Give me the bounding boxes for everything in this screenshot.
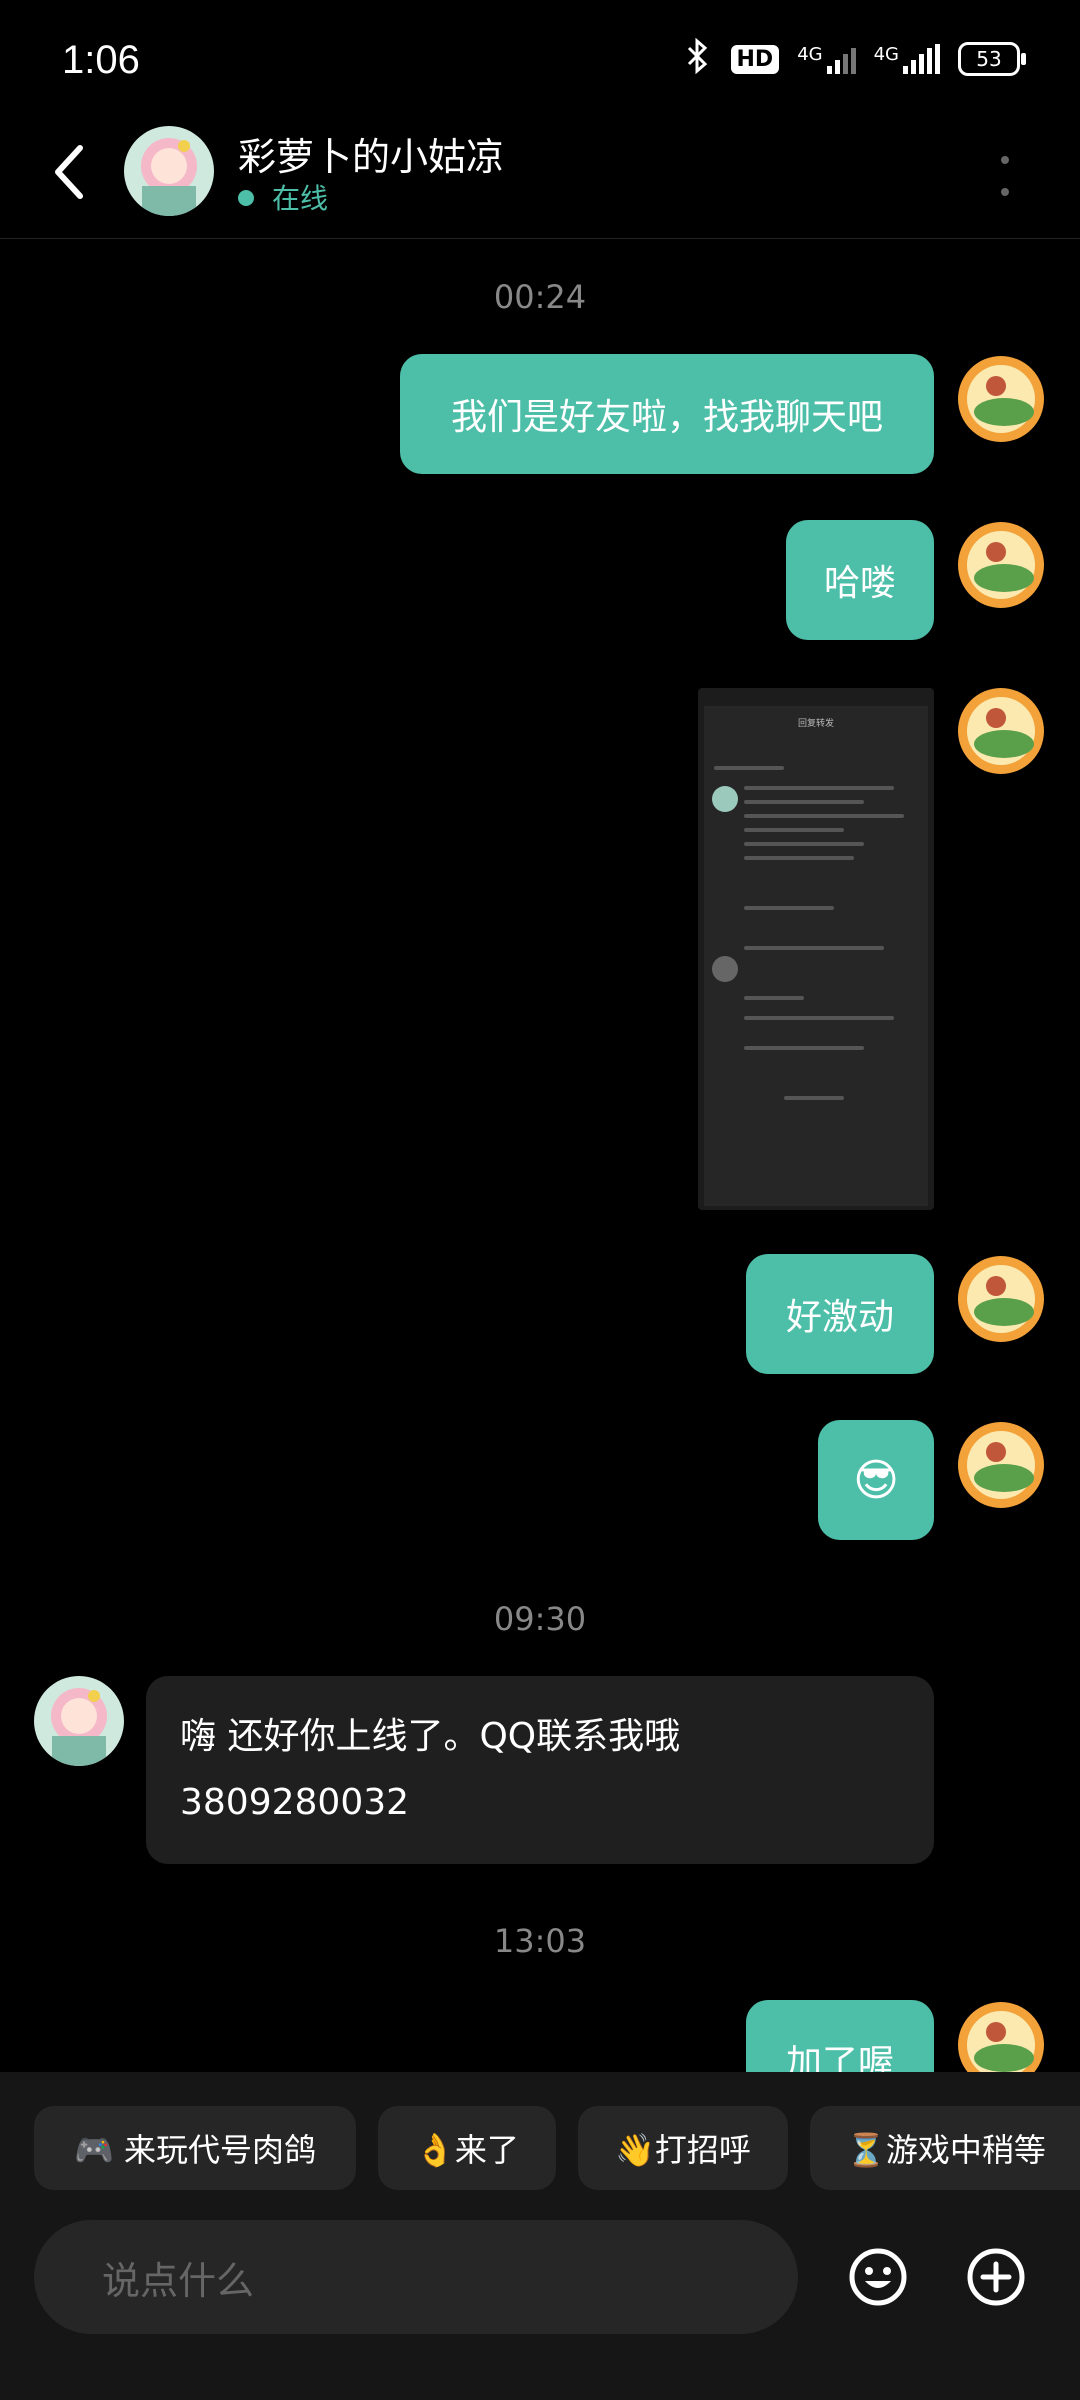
signal-icon: 4G (797, 44, 856, 74)
message-bubble-out[interactable]: 哈喽 (786, 520, 934, 640)
status-icons: HD 4G 4G 53 (683, 37, 1026, 80)
hd-badge: HD (730, 44, 780, 74)
battery-icon: 53 (958, 42, 1026, 76)
emoji-message[interactable]: 😎 (818, 1420, 934, 1540)
online-status-text: 在线 (272, 182, 329, 215)
message-input-placeholder: 说点什么 (102, 2258, 255, 2303)
contact-name: 彩萝卜的小姑凉 (238, 135, 505, 179)
emoji-icon[interactable] (848, 2247, 908, 2307)
plus-icon[interactable] (966, 2247, 1026, 2307)
message-input[interactable]: 说点什么 (34, 2220, 798, 2334)
my-avatar[interactable] (958, 522, 1044, 608)
bluetooth-icon (683, 37, 713, 80)
timestamp: 09:30 (493, 1600, 587, 1638)
contact-avatar[interactable] (34, 1676, 124, 1766)
contact-avatar[interactable] (124, 126, 214, 216)
signal-icon-2: 4G (874, 44, 940, 74)
my-avatar[interactable] (958, 1422, 1044, 1508)
status-time: 1:06 (62, 38, 140, 82)
message-bubble-out[interactable]: 好激动 (746, 1254, 934, 1374)
quick-reply-chip[interactable]: ⏳游戏中稍等 (810, 2106, 1080, 2190)
timestamp: 13:03 (493, 1922, 587, 1960)
back-arrow-icon[interactable] (50, 142, 90, 202)
my-avatar[interactable] (958, 688, 1044, 774)
message-text-line: 3809280032 (180, 1782, 410, 1823)
timestamp: 00:24 (493, 278, 587, 316)
image-caption: 回复转发 (797, 719, 834, 729)
image-message[interactable]: 回复转发 (698, 688, 934, 1210)
composer-panel: 🎮 来玩代号肉鸽 👌来了 👋打招呼 ⏳游戏中稍等 说点什么 (0, 2072, 1080, 2400)
my-avatar[interactable] (958, 1256, 1044, 1342)
more-vert-icon[interactable] (1000, 152, 1010, 202)
chat-header: 彩萝卜的小姑凉 在线 (0, 120, 1080, 239)
message-text-line: 嗨 还好你上线了。QQ联系我哦 (180, 1716, 681, 1757)
my-avatar[interactable] (958, 356, 1044, 442)
quick-reply-chip[interactable]: 👌来了 (378, 2106, 556, 2190)
message-bubble-out[interactable]: 我们是好友啦，找我聊天吧 (400, 354, 934, 474)
quick-reply-chip[interactable]: 👋打招呼 (578, 2106, 788, 2190)
quick-reply-chip[interactable]: 🎮 来玩代号肉鸽 (34, 2106, 356, 2190)
online-status-dot (238, 190, 254, 206)
message-bubble-in[interactable]: 嗨 还好你上线了。QQ联系我哦 3809280032 (146, 1676, 934, 1864)
